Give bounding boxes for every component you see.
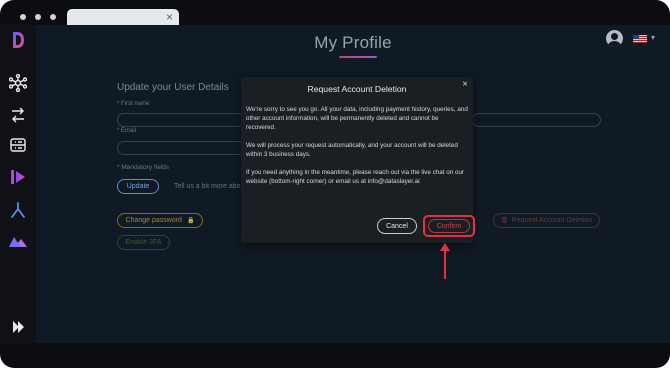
enable-2fa-button[interactable]: Enable 2FA — [117, 235, 170, 250]
delete-account-modal: Request Account Deletion × We're sorry t… — [241, 77, 475, 243]
first-name-label: * First name — [117, 101, 150, 107]
window-dot-1 — [20, 14, 26, 20]
last-name-input[interactable] — [472, 113, 601, 127]
first-name-input[interactable] — [117, 113, 245, 127]
update-button[interactable]: Update — [117, 179, 159, 194]
cancel-button[interactable]: Cancel — [377, 218, 417, 234]
window-dot-3 — [50, 14, 56, 20]
screenshot-frame: × My Profile ▾ Update your User Details … — [0, 0, 670, 368]
confirm-button[interactable]: Confirm — [428, 219, 470, 233]
browser-tab[interactable]: × — [67, 9, 179, 25]
request-deletion-label: Request Account Deletion — [511, 217, 593, 224]
modal-paragraph-3: If you need anything in the meantime, pl… — [246, 169, 465, 185]
hub-icon[interactable] — [8, 73, 28, 93]
modal-body: We're sorry to see you go. All your data… — [246, 105, 470, 195]
split-icon[interactable] — [8, 200, 28, 220]
main-content: My Profile ▾ Update your User Details * … — [36, 25, 670, 343]
window-dot-2 — [35, 14, 41, 20]
page-title: My Profile — [314, 33, 392, 52]
expand-sidebar-icon[interactable] — [8, 317, 28, 337]
sidebar — [0, 25, 36, 343]
confirm-highlight-box: Confirm — [423, 215, 475, 237]
trash-icon: 🗑 — [500, 218, 509, 224]
modal-paragraph-2: We will process your request automatical… — [246, 142, 458, 158]
annotation-arrow-icon — [440, 243, 450, 279]
email-label: * Email — [117, 128, 137, 134]
title-underline — [339, 56, 377, 58]
logo-d-icon[interactable] — [8, 30, 28, 50]
chevron-down-icon[interactable]: ▾ — [651, 33, 655, 42]
looker-icon[interactable] — [8, 167, 28, 187]
transfer-icon[interactable] — [8, 105, 28, 125]
email-input[interactable] — [117, 141, 245, 155]
tab-close-icon[interactable]: × — [166, 9, 173, 25]
user-avatar-icon[interactable] — [606, 30, 623, 47]
change-password-label: Change password — [125, 217, 182, 224]
data-table-icon[interactable] — [8, 135, 28, 155]
modal-title: Request Account Deletion — [307, 84, 407, 94]
request-deletion-button[interactable]: 🗑 Request Account Deletion — [493, 213, 600, 228]
tell-us-text: Tell us a bit more abo — [174, 183, 241, 190]
mountain-icon[interactable] — [8, 231, 28, 251]
modal-paragraph-1: We're sorry to see you go. All your data… — [246, 106, 468, 131]
close-icon[interactable]: × — [462, 80, 468, 90]
mandatory-note: * Mandatory fields — [117, 164, 170, 171]
section-title: Update your User Details — [117, 82, 229, 93]
lock-icon: 🔒 — [186, 218, 195, 224]
us-flag-icon[interactable] — [633, 35, 647, 43]
change-password-button[interactable]: Change password 🔒 — [117, 213, 203, 228]
